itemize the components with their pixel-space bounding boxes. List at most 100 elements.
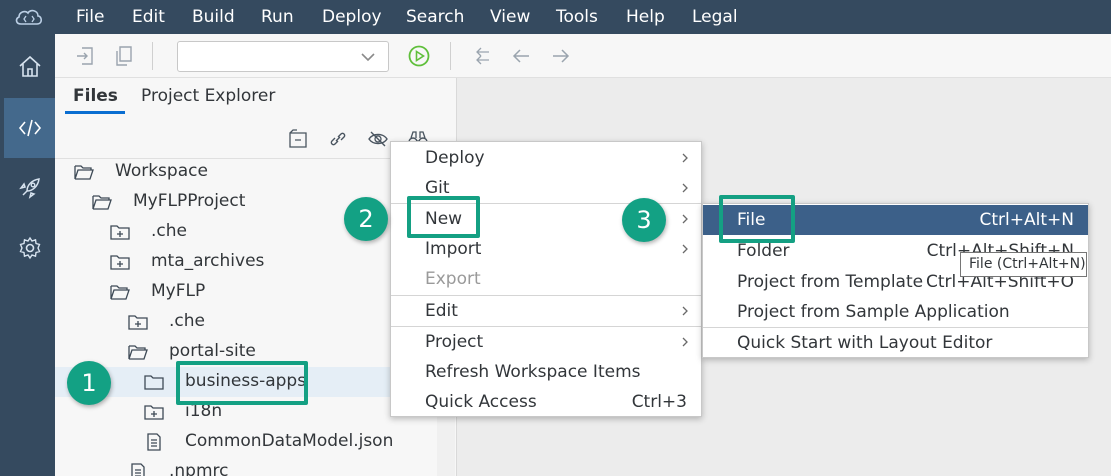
tree-item-label: .che xyxy=(169,311,205,331)
tree-item-label: .npmrc xyxy=(169,461,229,476)
submenu-label: Project from Template xyxy=(737,272,924,292)
main-toolbar xyxy=(55,34,1111,78)
submenu-label: Quick Start with Layout Editor xyxy=(737,333,993,353)
menu-edit[interactable]: Edit xyxy=(132,0,165,34)
file-icon xyxy=(147,433,161,451)
folder-open-icon xyxy=(92,195,112,210)
callout-box-business-apps xyxy=(176,361,308,405)
context-menu-edit[interactable]: Edit xyxy=(391,296,701,326)
menu-file[interactable]: File xyxy=(76,0,104,34)
run-icon[interactable] xyxy=(407,44,431,68)
toolbar-separator xyxy=(152,42,153,70)
collapse-all-icon[interactable] xyxy=(287,128,309,150)
context-menu-label: Refresh Workspace Items xyxy=(425,362,641,382)
tree-item-mta-archives[interactable]: mta_archives xyxy=(55,247,435,277)
home-icon xyxy=(18,55,41,77)
tree-item-label: MyFLP xyxy=(151,281,206,301)
chevron-right-icon xyxy=(682,337,688,347)
tree-item-myflp[interactable]: MyFLP xyxy=(55,277,435,307)
context-menu-quick-access[interactable]: Quick Access Ctrl+3 xyxy=(391,387,701,417)
settings-gear-icon xyxy=(19,236,40,260)
menu-view[interactable]: View xyxy=(490,0,530,34)
side-rail xyxy=(0,34,55,476)
shortcut-label: Ctrl+Alt+N xyxy=(979,210,1074,230)
new-submenu-project-from-sample[interactable]: Project from Sample Application xyxy=(703,297,1088,327)
shortcut-label: Ctrl+3 xyxy=(631,392,687,412)
rocket-icon xyxy=(18,178,40,199)
menu-tools[interactable]: Tools xyxy=(556,0,598,34)
toolbar-separator xyxy=(450,42,451,70)
context-menu-export[interactable]: Export xyxy=(391,264,701,294)
file-shortcut-tooltip: File (Ctrl+Alt+N) xyxy=(960,252,1087,277)
tree-item-label: CommonDataModel.json xyxy=(185,431,394,451)
folder-plus-icon xyxy=(144,405,164,420)
new-submenu-quick-start-layout-editor[interactable]: Quick Start with Layout Editor xyxy=(703,328,1088,358)
folder-plus-icon xyxy=(110,225,130,240)
import-icon[interactable] xyxy=(74,44,98,68)
tab-files[interactable]: Files xyxy=(73,86,118,108)
callout-box-new xyxy=(407,196,480,238)
chevron-right-icon xyxy=(682,214,688,224)
chevron-down-icon xyxy=(361,53,375,62)
tree-item-commondatamodel[interactable]: CommonDataModel.json xyxy=(55,427,435,457)
step-badge-3: 3 xyxy=(622,198,666,242)
forward-arrow-icon[interactable] xyxy=(549,44,573,68)
context-menu-refresh-workspace[interactable]: Refresh Workspace Items xyxy=(391,357,701,387)
menu-build[interactable]: Build xyxy=(192,0,235,34)
active-tab-indicator xyxy=(65,111,125,114)
chevron-right-icon xyxy=(682,244,688,254)
rail-home-button[interactable] xyxy=(4,36,55,96)
rail-settings-button[interactable] xyxy=(4,218,55,278)
folder-open-icon xyxy=(74,165,94,180)
context-menu-deploy[interactable]: Deploy xyxy=(391,143,701,173)
submenu-label: Folder xyxy=(737,241,790,261)
run-configuration-select[interactable] xyxy=(177,41,389,72)
menu-legal[interactable]: Legal xyxy=(692,0,738,34)
context-menu-label: Project xyxy=(425,332,484,352)
file-icon xyxy=(131,463,145,476)
menu-run[interactable]: Run xyxy=(261,0,294,34)
tree-item-che-nested[interactable]: .che xyxy=(55,307,435,337)
menu-search[interactable]: Search xyxy=(406,0,464,34)
chevron-right-icon xyxy=(682,306,688,316)
submenu-label: Project from Sample Application xyxy=(737,302,1010,322)
rail-deploy-button[interactable] xyxy=(4,158,55,218)
context-menu-label: Edit xyxy=(425,301,458,321)
folder-plus-icon xyxy=(128,315,148,330)
menu-deploy[interactable]: Deploy xyxy=(322,0,382,34)
tab-project-explorer[interactable]: Project Explorer xyxy=(141,86,275,108)
step-badge-1: 1 xyxy=(67,361,111,405)
folder-open-icon xyxy=(110,285,130,300)
tree-item-label: MyFLPProject xyxy=(133,191,246,211)
back-arrow-icon[interactable] xyxy=(509,44,533,68)
context-menu: Deploy Git New Import Export Edit Projec… xyxy=(390,141,702,417)
code-icon xyxy=(18,119,41,137)
app-logo-cloud-icon[interactable] xyxy=(13,6,45,28)
context-menu-label: Import xyxy=(425,239,482,259)
context-menu-project[interactable]: Project xyxy=(391,327,701,357)
callout-box-file xyxy=(719,195,795,243)
context-menu-label: Deploy xyxy=(425,148,485,168)
tree-item-label: mta_archives xyxy=(151,251,265,271)
context-menu-label: Export xyxy=(425,269,481,289)
go-to-last-edit-icon[interactable] xyxy=(469,44,493,68)
context-menu-label: Quick Access xyxy=(425,392,537,412)
chevron-right-icon xyxy=(682,153,688,163)
hide-hidden-files-icon[interactable] xyxy=(367,128,389,150)
link-icon[interactable] xyxy=(327,128,349,150)
chevron-right-icon xyxy=(682,183,688,193)
folder-open-icon xyxy=(128,345,148,360)
tree-item-workspace[interactable]: Workspace xyxy=(55,157,435,187)
context-menu-label: Git xyxy=(425,178,450,198)
folder-icon xyxy=(144,375,164,390)
rail-development-button[interactable] xyxy=(4,98,55,158)
tree-item-label: .che xyxy=(151,221,187,241)
folder-plus-icon xyxy=(110,255,130,270)
copy-icon[interactable] xyxy=(112,44,136,68)
menu-help[interactable]: Help xyxy=(626,0,665,34)
step-badge-2: 2 xyxy=(344,197,388,241)
top-menu-bar: File Edit Build Run Deploy Search View T… xyxy=(0,0,1111,34)
tree-item-label: Workspace xyxy=(115,161,208,181)
tree-item-npmrc[interactable]: .npmrc xyxy=(55,457,435,476)
tree-item-label: portal-site xyxy=(169,341,256,361)
